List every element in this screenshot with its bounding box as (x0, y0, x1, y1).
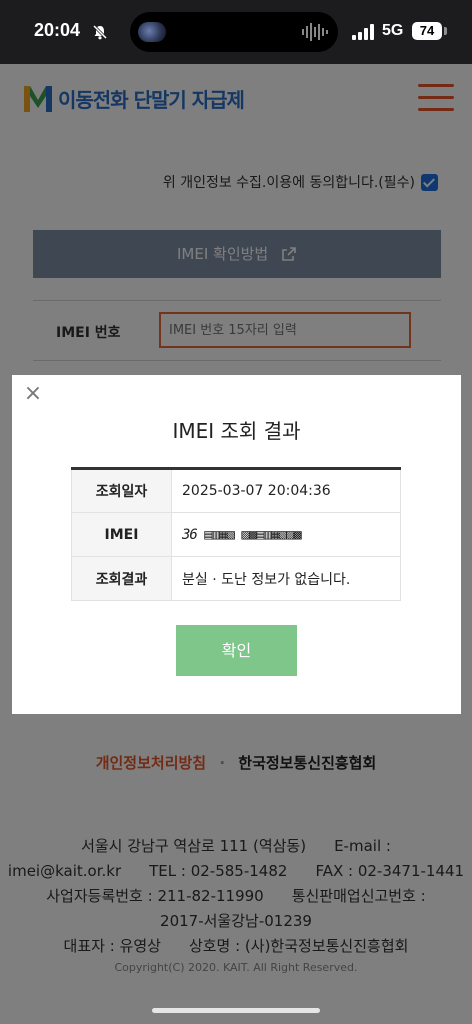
status-bar: 20:04 5G 74 (0, 0, 472, 64)
table-row: 조회결과 분실 · 도난 정보가 없습니다. (71, 556, 401, 601)
battery-icon: 74 (412, 22, 442, 40)
modal-title: IMEI 조회 결과 (172, 419, 301, 443)
network-type: 5G (382, 22, 404, 39)
home-indicator[interactable] (152, 1008, 320, 1013)
confirm-button[interactable]: 확인 (176, 625, 297, 676)
result-table: 조회일자 2025-03-07 20:04:36 IMEI 36 ▤▥▦▧ ▨▩… (71, 467, 401, 601)
row-label: IMEI (71, 512, 172, 557)
media-thumbnail-icon (138, 22, 166, 42)
battery-level: 74 (419, 23, 435, 38)
close-icon[interactable]: × (22, 383, 44, 405)
bell-muted-icon (92, 24, 108, 40)
dynamic-island[interactable] (130, 12, 338, 52)
imei-result-modal: × IMEI 조회 결과 조회일자 2025-03-07 20:04:36 IM… (12, 375, 461, 714)
signal-bars-icon (352, 24, 374, 40)
row-value-imei: 36 ▤▥▦▧ ▨▩▤▥▦▧▨▩ (171, 512, 401, 557)
row-value-result: 분실 · 도난 정보가 없습니다. (171, 556, 401, 601)
row-label: 조회일자 (71, 468, 172, 513)
table-row: 조회일자 2025-03-07 20:04:36 (71, 468, 401, 513)
audio-wave-icon (302, 23, 328, 41)
row-label: 조회결과 (71, 556, 172, 601)
battery-tip (444, 27, 447, 35)
row-value-date: 2025-03-07 20:04:36 (171, 468, 401, 513)
status-time: 20:04 (34, 20, 81, 40)
table-row: IMEI 36 ▤▥▦▧ ▨▩▤▥▦▧▨▩ (71, 512, 401, 557)
